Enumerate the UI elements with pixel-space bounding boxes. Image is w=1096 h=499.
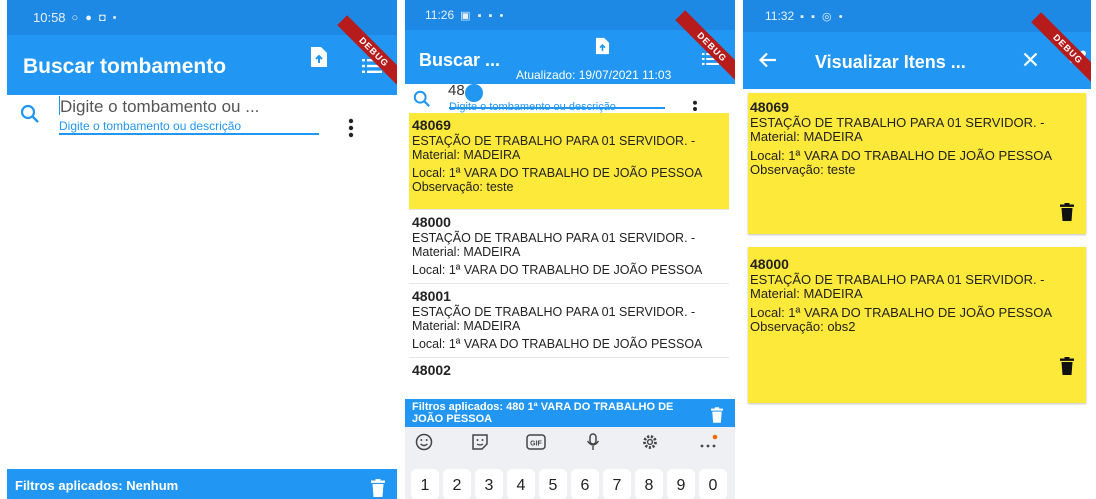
settings-icon[interactable] — [637, 433, 663, 457]
item-description: ESTAÇÃO DE TRABALHO PARA 01 SERVIDOR. - — [750, 115, 1045, 130]
screen-view-items: 11:32 ▪ ▪ ◎ • Visualizar Itens ... DEBUG… — [743, 0, 1091, 499]
list-item[interactable]: 48001 ESTAÇÃO DE TRABALHO PARA 01 SERVID… — [409, 284, 729, 358]
key-4[interactable]: 4 — [507, 469, 535, 499]
item-card: 48069 ESTAÇÃO DE TRABALHO PARA 01 SERVID… — [748, 93, 1086, 234]
app-bar: Visualizar Itens ... DEBUG — [743, 12, 1091, 89]
keyboard-toolbar: GIF — [405, 433, 735, 461]
key-6[interactable]: 6 — [571, 469, 599, 499]
key-9[interactable]: 9 — [667, 469, 695, 499]
status-icons: ▣ ▪ ▪ • — [460, 9, 506, 22]
item-code: 48001 — [412, 288, 451, 304]
item-location: Local: 1ª VARA DO TRABALHO DE JOÃO PESSO… — [750, 305, 1052, 320]
page-title: Buscar tombamento — [23, 55, 227, 78]
search-input-value: Digite o tombamento ou ... — [60, 97, 260, 116]
item-code: 48000 — [412, 214, 451, 230]
app-bar: Buscar ... Atualizado: 19/07/2021 11:03 … — [405, 10, 735, 84]
upload-file-icon[interactable] — [310, 46, 328, 73]
status-bar: 10:58 ○ ● ◘ • — [7, 0, 397, 35]
last-updated: Atualizado: 19/07/2021 11:03 — [516, 68, 672, 82]
status-time: 11:32 — [765, 9, 795, 23]
item-location: Local: 1ª VARA DO TRABALHO DE JOÃO PESSO… — [412, 166, 703, 180]
search-input[interactable]: 48 — [448, 82, 465, 99]
more-vert-icon[interactable] — [348, 118, 354, 143]
key-5[interactable]: 5 — [539, 469, 567, 499]
close-icon[interactable] — [1023, 52, 1038, 72]
key-3[interactable]: 3 — [475, 469, 503, 499]
item-material: Material: MADEIRA — [750, 286, 863, 301]
screen-search-empty: 10:58 ○ ● ◘ • Buscar tombamento DEBUG Di… — [7, 0, 397, 499]
delete-item-icon[interactable] — [1060, 203, 1074, 224]
status-time: 10:58 — [33, 10, 66, 25]
mic-icon[interactable] — [580, 433, 606, 457]
soft-keyboard: GIF 1 2 3 4 5 6 7 8 9 0 — [405, 427, 735, 499]
item-location: Local: 1ª VARA DO TRABALHO DE JOÃO PESSO… — [412, 263, 703, 277]
delete-item-icon[interactable] — [1060, 357, 1074, 378]
filters-label: Filtros aplicados: Nenhum — [15, 478, 179, 493]
item-code: 48002 — [412, 362, 451, 378]
item-code: 48069 — [412, 117, 451, 133]
item-code: 48000 — [750, 256, 789, 272]
gif-label: GIF — [530, 441, 542, 448]
cursor-handle[interactable] — [465, 84, 483, 102]
item-material: Material: MADEIRA — [750, 129, 863, 144]
item-description: ESTAÇÃO DE TRABALHO PARA 01 SERVIDOR. - — [750, 272, 1045, 287]
search-underline — [449, 107, 665, 109]
status-icons: ▪ ▪ ◎ • — [800, 10, 845, 23]
key-7[interactable]: 7 — [603, 469, 631, 499]
item-location: Local: 1ª VARA DO TRABALHO DE JOÃO PESSO… — [750, 148, 1052, 163]
page-title: Buscar ... — [419, 50, 501, 70]
filters-label: Filtros aplicados: 480 1ª VARA DO TRABAL… — [412, 401, 674, 425]
back-arrow-icon[interactable] — [758, 52, 777, 73]
item-material: Material: MADEIRA — [412, 245, 521, 259]
item-card: 48000 ESTAÇÃO DE TRABALHO PARA 01 SERVID… — [748, 247, 1086, 403]
sticker-icon[interactable] — [467, 433, 493, 457]
key-1[interactable]: 1 — [411, 469, 439, 499]
list-item[interactable]: 48069 ESTAÇÃO DE TRABALHO PARA 01 SERVID… — [409, 113, 729, 210]
item-material: Material: MADEIRA — [412, 319, 521, 333]
list-item[interactable]: 48000 ESTAÇÃO DE TRABALHO PARA 01 SERVID… — [409, 210, 729, 284]
key-0[interactable]: 0 — [699, 469, 727, 499]
search-input[interactable]: Digite o tombamento ou ... Digite o tomb… — [59, 96, 319, 135]
trash-icon[interactable] — [711, 407, 723, 428]
item-code: 48069 — [750, 99, 789, 115]
list-item[interactable]: 48002 — [409, 358, 729, 385]
key-8[interactable]: 8 — [635, 469, 663, 499]
filters-bar: Filtros aplicados: 480 1ª VARA DO TRABAL… — [405, 399, 735, 427]
item-description: ESTAÇÃO DE TRABALHO PARA 01 SERVIDOR. - — [412, 305, 696, 319]
item-observation: Observação: teste — [750, 162, 856, 177]
emoji-icon[interactable] — [411, 433, 437, 457]
page-title: Visualizar Itens ... — [815, 52, 966, 72]
item-observation: Observação: teste — [412, 180, 514, 194]
item-observation: Observação: obs2 — [750, 319, 856, 334]
filters-bar: Filtros aplicados: Nenhum — [7, 469, 397, 499]
trash-icon[interactable] — [371, 479, 385, 499]
item-description: ESTAÇÃO DE TRABALHO PARA 01 SERVIDOR. - — [412, 134, 696, 148]
item-material: Material: MADEIRA — [412, 148, 521, 162]
gif-icon[interactable]: GIF — [523, 433, 549, 457]
app-bar: Buscar tombamento DEBUG — [7, 15, 397, 95]
search-hint: Digite o tombamento ou descrição — [59, 119, 242, 133]
item-location: Local: 1ª VARA DO TRABALHO DE JOÃO PESSO… — [412, 337, 703, 351]
screen-search-results: 11:26 ▣ ▪ ▪ • Buscar ... Atualizado: 19/… — [405, 0, 735, 499]
search-underline — [59, 133, 319, 135]
status-time: 11:26 — [425, 8, 455, 22]
item-description: ESTAÇÃO DE TRABALHO PARA 01 SERVIDOR. - — [412, 231, 696, 245]
key-2[interactable]: 2 — [443, 469, 471, 499]
status-icons: ○ ● ◘ • — [71, 11, 119, 24]
upload-file-icon[interactable] — [595, 37, 610, 60]
search-icon — [413, 90, 431, 113]
results-list: 48069 ESTAÇÃO DE TRABALHO PARA 01 SERVID… — [409, 113, 729, 385]
number-row: 1 2 3 4 5 6 7 8 9 0 — [409, 469, 731, 499]
search-icon — [20, 104, 40, 129]
more-icon[interactable] — [695, 433, 721, 457]
